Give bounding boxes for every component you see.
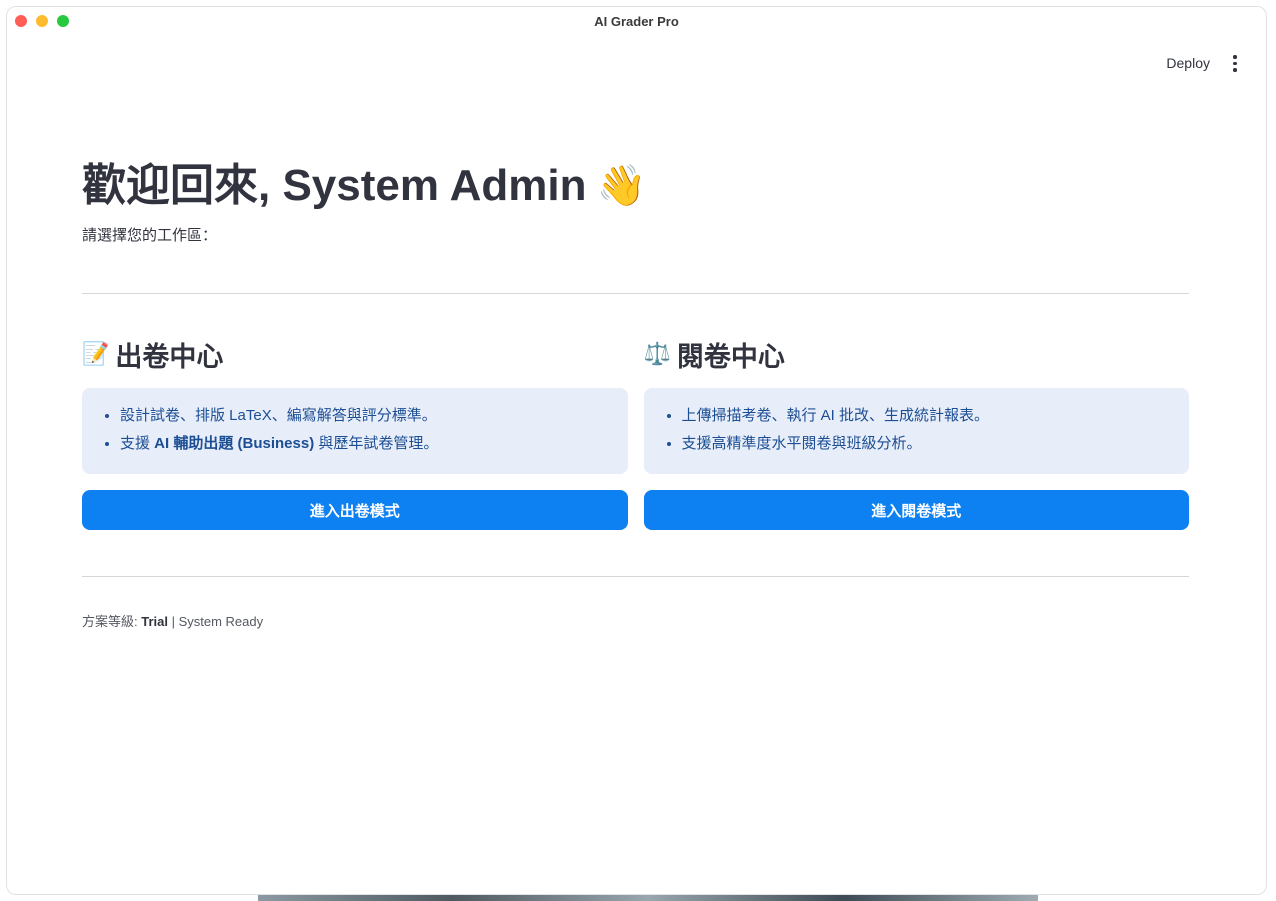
waving-hand-icon: 👋 [596, 163, 647, 208]
memo-icon: 📝 [82, 341, 110, 367]
plan-label: 方案等級: [82, 614, 142, 630]
main-content: 歡迎回來, System Admin 👋 請選擇您的工作區： 📝 出卷中心 設計… [82, 157, 1189, 630]
window-title: AI Grader Pro [594, 13, 679, 29]
feature-item: 支援高精準度水平閱卷與班級分析。 [682, 430, 1174, 458]
feature-item: 支援 AI 輔助出題 (Business) 與歷年試卷管理。 [120, 430, 612, 458]
workspace-prompt: 請選擇您的工作區： [82, 227, 218, 245]
workspace-info-box: 設計試卷、排版 LaTeX、編寫解答與評分標準。 支援 AI 輔助出題 (Bus… [82, 388, 628, 475]
workspace-title-text: 閱卷中心 [676, 341, 785, 372]
feature-text: 支援高精準度水平閱卷與班級分析。 [681, 435, 922, 453]
plan-status-footer: 方案等級: Trial | System Ready [82, 611, 1189, 630]
more-vertical-icon[interactable] [1228, 55, 1242, 72]
welcome-text: 歡迎回來, System Admin [82, 161, 587, 210]
app-window: AI Grader Pro Deploy 歡迎回來, System Admin … [6, 6, 1267, 895]
window-controls [15, 15, 69, 27]
feature-list: 上傳掃描考卷、執行 AI 批改、生成統計報表。 支援高精準度水平閱卷與班級分析。 [660, 402, 1174, 458]
feature-text: 支援 [120, 435, 155, 453]
divider-bottom [82, 576, 1189, 578]
feature-item: 上傳掃描考卷、執行 AI 批改、生成統計報表。 [682, 402, 1174, 430]
workspace-title: ⚖️ 閱卷中心 [644, 336, 1190, 372]
workspace-title: 📝 出卷中心 [82, 336, 628, 372]
minimize-window-button[interactable] [36, 15, 48, 27]
workspace-grading: ⚖️ 閱卷中心 上傳掃描考卷、執行 AI 批改、生成統計報表。 支援高精準度水平… [643, 336, 1190, 531]
feature-text: 上傳掃描考卷、執行 AI 批改、生成統計報表。 [681, 407, 990, 425]
maximize-window-button[interactable] [57, 15, 69, 27]
app-toolbar: Deploy [1166, 55, 1242, 72]
workspace-exam-creation: 📝 出卷中心 設計試卷、排版 LaTeX、編寫解答與評分標準。 支援 AI 輔助… [82, 336, 628, 531]
title-bar: AI Grader Pro [7, 7, 1266, 35]
background-strip [258, 895, 1038, 901]
workspace-row: 📝 出卷中心 設計試卷、排版 LaTeX、編寫解答與評分標準。 支援 AI 輔助… [82, 336, 1190, 531]
workspace-info-box: 上傳掃描考卷、執行 AI 批改、生成統計報表。 支援高精準度水平閱卷與班級分析。 [643, 388, 1189, 475]
feature-item: 設計試卷、排版 LaTeX、編寫解答與評分標準。 [120, 402, 612, 430]
plan-value: Trial [141, 614, 168, 630]
workspace-title-text: 出卷中心 [115, 341, 224, 372]
balance-scale-icon: ⚖️ [643, 341, 671, 367]
close-window-button[interactable] [15, 15, 27, 27]
feature-text: 設計試卷、排版 LaTeX、編寫解答與評分標準。 [120, 407, 437, 425]
divider-top [82, 293, 1189, 295]
feature-highlight: AI 輔助出題 (Business) [154, 435, 315, 453]
enter-exam-creation-button[interactable]: 進入出卷模式 [82, 490, 628, 531]
feature-list: 設計試卷、排版 LaTeX、編寫解答與評分標準。 支援 AI 輔助出題 (Bus… [98, 402, 612, 458]
enter-grading-button[interactable]: 進入閱卷模式 [643, 490, 1189, 531]
system-status: | System Ready [167, 614, 264, 630]
deploy-button[interactable]: Deploy [1166, 55, 1210, 71]
page-title: 歡迎回來, System Admin 👋 [82, 157, 1189, 214]
feature-text: 與歷年試卷管理。 [314, 435, 439, 453]
